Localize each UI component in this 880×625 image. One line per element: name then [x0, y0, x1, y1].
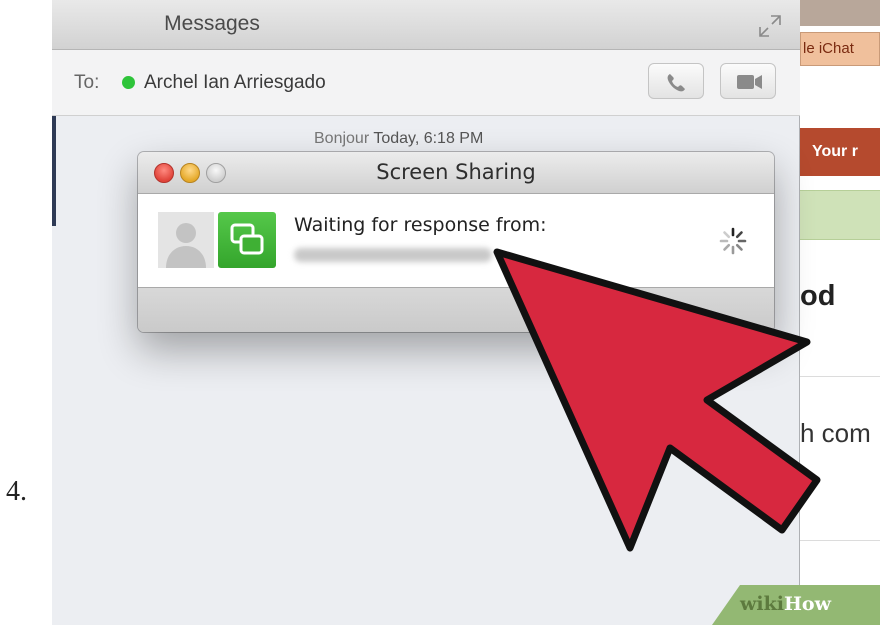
browser-top-strip	[800, 0, 880, 26]
screen-sharing-title: Screen Sharing	[376, 160, 536, 184]
messages-titlebar[interactable]: Messages	[52, 0, 800, 50]
watermark-wiki: wiki	[740, 593, 784, 615]
online-status-icon	[122, 76, 135, 89]
timestamp-time: Today, 6:18 PM	[373, 130, 484, 147]
browser-tab[interactable]: le iChat	[800, 32, 880, 66]
message-timestamp: Bonjour Today, 6:18 PM	[314, 130, 483, 148]
screen-sharing-icon	[218, 212, 276, 268]
timestamp-service: Bonjour	[314, 130, 370, 147]
recipient-name[interactable]: Archel Ian Arriesgado	[144, 72, 326, 94]
recipient-bar: To: Archel Ian Arriesgado	[52, 50, 800, 116]
phone-icon	[667, 74, 685, 92]
red-arrow-icon	[493, 248, 821, 552]
user-silhouette-icon	[166, 223, 206, 268]
messages-window-title: Messages	[164, 12, 260, 35]
desktop-edge	[52, 116, 56, 226]
to-label: To:	[74, 72, 100, 93]
fullscreen-icon[interactable]	[758, 14, 782, 38]
avatar	[158, 212, 214, 268]
audio-call-button[interactable]	[648, 63, 704, 99]
screen-sharing-titlebar[interactable]: Screen Sharing	[138, 152, 774, 194]
page-banner: Your r	[800, 128, 880, 176]
wikihow-watermark: wikiHow	[740, 593, 831, 615]
watermark-how: How	[783, 593, 831, 615]
video-call-button[interactable]	[720, 63, 776, 99]
step-number: 4.	[6, 476, 27, 507]
video-camera-icon	[737, 75, 762, 89]
screenshot: le iChat Your r od h com Messages To: Ar…	[52, 0, 880, 625]
